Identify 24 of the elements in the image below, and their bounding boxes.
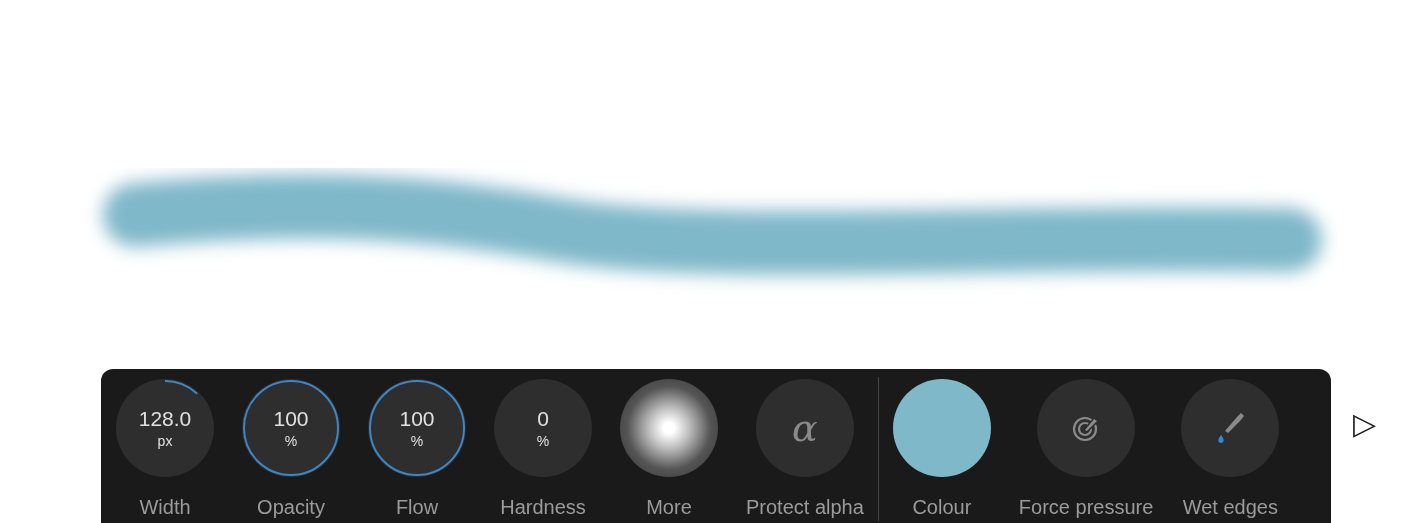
dial-control[interactable]: 100 %: [242, 379, 340, 477]
dial-value: 100: [399, 408, 435, 429]
dial-unit: %: [536, 434, 550, 448]
control-label: Colour: [912, 497, 972, 517]
dial-unit: %: [284, 434, 298, 448]
control-label: More: [646, 497, 692, 517]
dial-value: 128.0: [138, 408, 192, 429]
dial-unit: %: [410, 434, 424, 448]
protect-alpha-button[interactable]: α: [755, 379, 854, 477]
brush-drop-icon: [1215, 411, 1246, 445]
dial-value: 0: [537, 408, 549, 429]
control-label: Flow: [395, 497, 439, 517]
dial-control[interactable]: 100 %: [368, 379, 466, 477]
dial-control[interactable]: 0 %: [494, 379, 592, 477]
dial-control[interactable]: 128.0 px: [116, 379, 214, 477]
control-label: Wet edges: [1182, 497, 1278, 517]
play-button[interactable]: ▷: [1353, 409, 1376, 439]
control-label: Force pressure: [1018, 497, 1154, 517]
dial-unit: px: [157, 434, 173, 448]
control-label: Hardness: [500, 497, 586, 517]
control-label: Protect alpha: [746, 497, 864, 517]
control-label: Opacity: [257, 497, 325, 517]
dial-value: 100: [273, 408, 309, 429]
control-label: Width: [139, 497, 191, 517]
